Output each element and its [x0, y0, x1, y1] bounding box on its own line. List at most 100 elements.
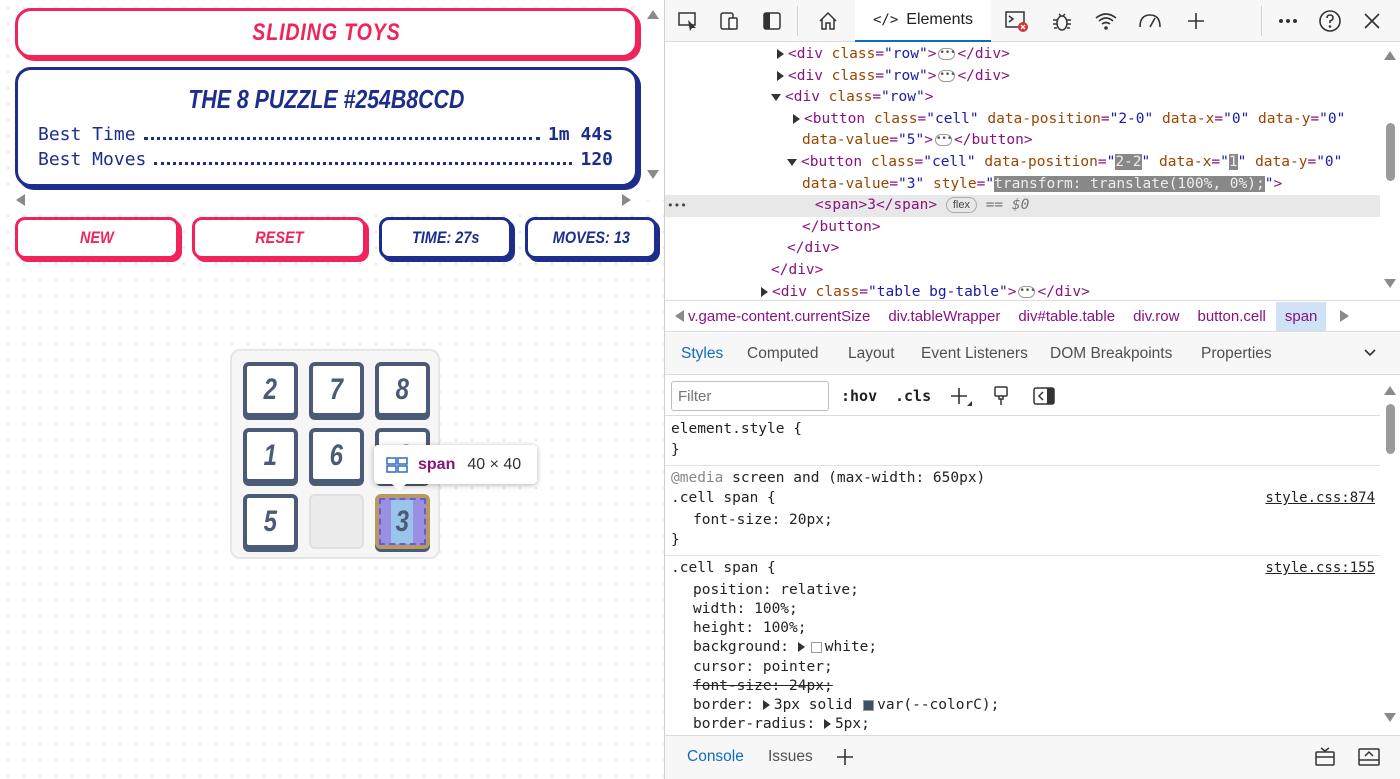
expand-caret-icon[interactable]	[797, 642, 805, 652]
stylesheet-link[interactable]: style.css:874	[1265, 490, 1375, 506]
expand-caret-icon[interactable]	[793, 113, 800, 124]
tile-cell[interactable]: 5	[243, 494, 298, 549]
css-property[interactable]: font-size: 20px;	[693, 512, 833, 532]
expand-caret-icon[interactable]	[777, 70, 784, 81]
scroll-down-arrow-icon[interactable]	[1384, 713, 1396, 722]
new-style-rule-plus-icon[interactable]	[949, 386, 973, 410]
reset-button[interactable]: RESET	[192, 217, 366, 259]
flex-badge[interactable]: flex	[945, 197, 977, 214]
device-emulation-icon[interactable]	[717, 9, 743, 33]
expand-caret-icon[interactable]	[762, 700, 770, 710]
add-drawer-tab-plus-icon[interactable]	[835, 747, 855, 767]
tab-console[interactable]: Console	[687, 748, 744, 766]
dom-tree-scrollbar[interactable]	[1380, 43, 1400, 300]
breadcrumb-item[interactable]: button.cell	[1197, 308, 1265, 325]
scroll-up-arrow-icon[interactable]	[647, 10, 659, 19]
css-property[interactable]: width: 100%;	[693, 601, 798, 621]
class-toggle[interactable]: .cls	[895, 387, 931, 405]
tab-elements[interactable]: </> Elements	[855, 0, 991, 42]
tile-cell[interactable]: 7	[309, 362, 364, 417]
ellipsis-icon[interactable]: •••	[938, 48, 956, 60]
ellipsis-icon[interactable]: •••	[938, 69, 956, 82]
more-options-icon[interactable]	[1275, 9, 1301, 33]
bug-icon[interactable]	[1049, 9, 1075, 33]
dom-node-row[interactable]: </div>	[665, 238, 1381, 260]
css-property[interactable]: cursor: pointer;	[693, 659, 833, 679]
css-property-overridden[interactable]: font-size: 24px;	[693, 678, 833, 698]
tab-styles[interactable]: Styles	[681, 345, 723, 363]
css-property[interactable]: height: 100%;	[693, 620, 807, 640]
dom-node-row[interactable]: data-value="3" style="transform: transla…	[665, 174, 1381, 196]
node-actions-icon[interactable]: •••	[667, 199, 687, 212]
add-tool-plus-icon[interactable]	[1183, 9, 1209, 33]
computed-sidebar-toggle-icon[interactable]	[1033, 386, 1055, 406]
tab-issues[interactable]: Issues	[768, 748, 813, 766]
breadcrumb-right-arrow-icon[interactable]	[1340, 310, 1350, 322]
scroll-left-arrow-icon[interactable]	[16, 194, 25, 206]
new-game-button[interactable]: NEW	[15, 217, 179, 259]
scroll-down-arrow-icon[interactable]	[647, 170, 659, 179]
scroll-thumb[interactable]	[1386, 404, 1395, 454]
rule-selector[interactable]: .cell span {	[671, 490, 776, 510]
expand-caret-icon[interactable]	[761, 286, 768, 297]
dom-node-row[interactable]: data-value="5"> ••• </button>	[665, 130, 1381, 152]
tab-computed[interactable]: Computed	[747, 345, 819, 363]
help-icon[interactable]	[1317, 9, 1343, 33]
tile-cell-highlighted[interactable]: 3	[375, 494, 430, 549]
dom-node-row[interactable]: <div class="table bg-table"> ••• </div>	[665, 282, 1381, 300]
color-swatch-icon[interactable]	[810, 641, 822, 653]
css-property[interactable]: background: white;	[693, 639, 877, 659]
tile-cell[interactable]: 2	[243, 362, 298, 417]
ellipsis-icon[interactable]: •••	[1018, 285, 1036, 298]
breadcrumb-left-arrow-icon[interactable]	[675, 310, 684, 322]
stylesheet-link[interactable]: style.css:155	[1265, 560, 1375, 576]
scroll-up-arrow-icon[interactable]	[1384, 51, 1396, 60]
css-property[interactable]: border: 3px solid var(--colorC);	[693, 697, 999, 717]
tile-cell[interactable]: 1	[243, 428, 298, 483]
tile-cell[interactable]: 6	[309, 428, 364, 483]
sidebar-toggle-icon[interactable]	[759, 9, 785, 33]
scroll-up-arrow-icon[interactable]	[1384, 386, 1396, 395]
breadcrumb-item[interactable]: v.game-content.currentSize	[688, 308, 870, 325]
scroll-down-arrow-icon[interactable]	[1384, 279, 1396, 288]
network-wifi-icon[interactable]	[1093, 9, 1119, 33]
rule-selector[interactable]: .cell span {	[671, 560, 776, 580]
breadcrumb-item[interactable]: div#table.table	[1018, 308, 1115, 325]
hover-state-toggle[interactable]: :hov	[841, 387, 877, 405]
collapse-caret-icon[interactable]	[787, 158, 797, 166]
scroll-right-arrow-icon[interactable]	[622, 194, 631, 206]
expand-drawer-icon[interactable]	[1357, 746, 1381, 768]
tile-cell[interactable]: 8	[375, 362, 430, 417]
dom-node-row-selected[interactable]: ••• <span>3</span> flex == $0	[665, 195, 1381, 217]
dock-drawer-icon[interactable]	[1313, 746, 1337, 768]
scroll-thumb[interactable]	[1386, 123, 1395, 181]
dom-node-row[interactable]: <button class="cell" data-position="2-0"…	[665, 109, 1381, 131]
ellipsis-icon[interactable]: •••	[934, 134, 952, 147]
paint-brush-icon[interactable]	[991, 385, 1011, 407]
css-property[interactable]: position: relative;	[693, 582, 859, 602]
rule-selector[interactable]: element.style {	[671, 421, 802, 441]
console-error-icon[interactable]	[1003, 9, 1029, 33]
performance-icon[interactable]	[1137, 9, 1163, 33]
breadcrumb-item[interactable]: div.tableWrapper	[888, 308, 1000, 325]
home-icon[interactable]	[815, 9, 841, 33]
tab-layout[interactable]: Layout	[848, 345, 895, 363]
collapse-caret-icon[interactable]	[771, 93, 781, 101]
inspect-element-icon[interactable]	[675, 9, 701, 33]
expand-caret-icon[interactable]	[777, 49, 784, 59]
styles-scrollbar[interactable]	[1380, 376, 1400, 735]
page-vertical-scrollbar[interactable]	[642, 0, 664, 200]
breadcrumb-item-active[interactable]: span	[1275, 301, 1327, 331]
tab-dom-breakpoints[interactable]: DOM Breakpoints	[1050, 345, 1172, 363]
page-horizontal-scrollbar[interactable]	[0, 190, 642, 210]
color-swatch-icon[interactable]	[863, 699, 875, 711]
styles-filter-input[interactable]	[671, 381, 829, 411]
expand-caret-icon[interactable]	[823, 719, 831, 729]
css-property[interactable]: border-radius: 5px;	[693, 716, 870, 735]
close-devtools-icon[interactable]	[1359, 9, 1385, 33]
tab-properties[interactable]: Properties	[1201, 345, 1272, 363]
dom-node-row[interactable]: <button class="cell" data-position="2-2"…	[665, 152, 1381, 174]
breadcrumb-item[interactable]: div.row	[1133, 308, 1179, 325]
dom-node-row[interactable]: </div>	[665, 260, 1381, 282]
dom-node-row[interactable]: <div class="row">	[665, 87, 1381, 109]
